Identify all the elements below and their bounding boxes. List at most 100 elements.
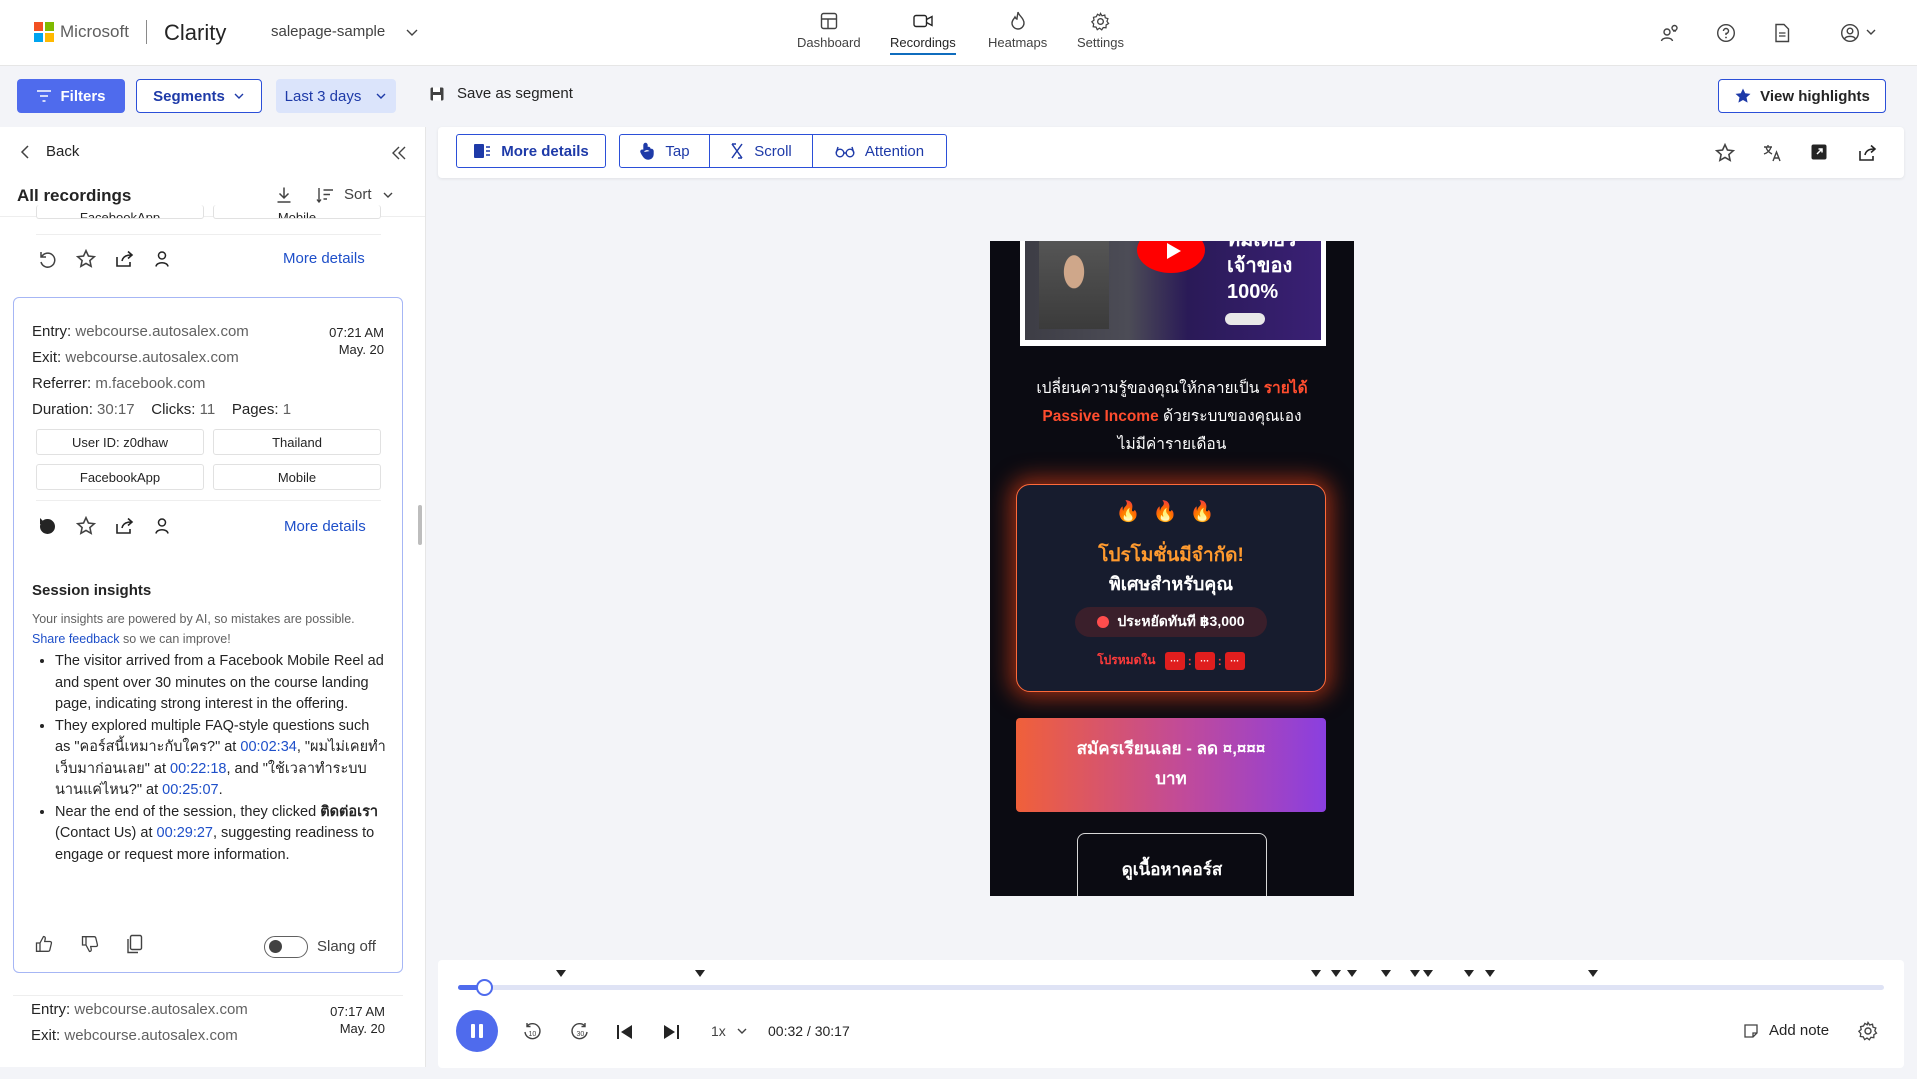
star-icon[interactable]	[76, 249, 96, 269]
pill-user-id: User ID: z0dhaw	[36, 429, 204, 455]
promo-title: โปรโมชั่นมีจำกัด!	[1098, 545, 1244, 566]
timestamp-link[interactable]: 00:22:18	[170, 761, 226, 777]
top-bar: Microsoft Clarity salepage-sample Dashbo…	[0, 0, 1917, 66]
thumbs-down-icon[interactable]	[80, 934, 100, 954]
timeline-event-marker[interactable]	[555, 970, 566, 977]
more-details-button[interactable]: More details	[456, 134, 606, 168]
timeline-event-marker[interactable]	[695, 970, 706, 977]
details-icon	[474, 144, 491, 158]
recording-viewport[interactable]: ทีมเดียว เจ้าของ 100% เปลี่ยนความรู้ของค…	[990, 241, 1354, 896]
stats-row: Duration: 30:17 Clicks: 11 Pages: 1	[32, 401, 292, 418]
back-button[interactable]: Back	[20, 143, 79, 160]
star-icon[interactable]	[76, 516, 96, 536]
timestamp-link[interactable]: 00:29:27	[157, 825, 213, 841]
forward-30-icon[interactable]: 30	[570, 1022, 590, 1042]
view-highlights-button[interactable]: View highlights	[1718, 79, 1886, 113]
video-thumbnail[interactable]: ทีมเดียว เจ้าของ 100%	[1020, 241, 1326, 346]
recording-card-selected[interactable]: Entry: webcourse.autosalex.com Exit: web…	[13, 297, 403, 973]
segments-button[interactable]: Segments	[136, 79, 262, 113]
play-icon[interactable]	[1137, 241, 1205, 273]
recordings-icon	[913, 10, 933, 32]
download-icon[interactable]	[275, 186, 293, 204]
save-as-segment-button[interactable]: Save as segment	[429, 85, 573, 102]
account-icon[interactable]	[1840, 23, 1878, 43]
speed-selector[interactable]: 1x	[711, 1023, 748, 1039]
promo-subtitle: พิเศษสำหรับคุณ	[1108, 574, 1234, 594]
attention-button[interactable]: Attention	[812, 134, 947, 168]
nav-settings[interactable]: Settings	[1077, 10, 1124, 50]
dashboard-icon	[820, 10, 838, 32]
timeline-event-marker[interactable]	[1464, 970, 1475, 977]
panel-resize-handle[interactable]	[418, 505, 422, 545]
timeline-scrubber[interactable]	[475, 979, 493, 996]
clock-icon	[1097, 616, 1110, 628]
more-details-link[interactable]: More details	[283, 250, 365, 267]
more-details-link[interactable]: More details	[284, 518, 366, 535]
chevron-down-icon[interactable]	[405, 25, 419, 39]
nav-label: Settings	[1077, 35, 1124, 50]
save-icon	[430, 87, 444, 100]
user-icon[interactable]	[154, 517, 170, 535]
feedback-row	[34, 934, 144, 954]
add-note-button[interactable]: Add note	[1743, 1022, 1829, 1039]
nav-heatmaps[interactable]: Heatmaps	[988, 10, 1047, 50]
document-icon[interactable]	[1773, 23, 1791, 43]
segments-label: Segments	[153, 87, 225, 105]
translate-icon[interactable]	[1762, 143, 1782, 163]
chevron-left-icon	[20, 144, 29, 159]
view-course-button[interactable]: ดูเนื้อหาคอร์ส	[1077, 833, 1267, 896]
slang-toggle[interactable]	[264, 936, 308, 958]
timeline-event-marker[interactable]	[1588, 970, 1599, 977]
settings-icon[interactable]	[1858, 1021, 1878, 1041]
timeline-event-marker[interactable]	[1381, 970, 1392, 977]
timeline-track[interactable]	[458, 979, 1884, 996]
open-external-icon[interactable]	[1810, 143, 1828, 161]
share-icon[interactable]	[115, 516, 135, 536]
filters-button[interactable]: Filters	[17, 79, 125, 113]
scroll-icon	[731, 143, 743, 159]
share-feedback-link[interactable]: Share feedback	[32, 632, 120, 646]
collapse-panel-icon[interactable]	[391, 145, 407, 161]
thumbs-up-icon[interactable]	[34, 934, 54, 954]
brand-divider	[146, 20, 147, 44]
copy-icon[interactable]	[126, 934, 144, 954]
skip-previous-icon[interactable]	[616, 1023, 634, 1041]
timeline-event-marker[interactable]	[1347, 970, 1358, 977]
chevron-down-icon	[737, 1028, 747, 1034]
timeline-event-marker[interactable]	[1409, 970, 1420, 977]
share-icon[interactable]	[1858, 143, 1878, 163]
settings-icon	[1090, 10, 1110, 32]
help-icon[interactable]	[1716, 23, 1736, 43]
rewind-10-icon[interactable]: 10	[522, 1022, 542, 1042]
timeline-event-marker[interactable]	[1485, 970, 1496, 977]
timestamp-link[interactable]: 00:25:07	[162, 782, 218, 798]
save-segment-label: Save as segment	[457, 85, 573, 102]
timeline-event-marker[interactable]	[1422, 970, 1433, 977]
refresh-filled-icon[interactable]	[37, 516, 57, 536]
recording-card[interactable]: Entry: webcourse.autosalex.com Exit: web…	[13, 995, 403, 1067]
timeline-event-marker[interactable]	[1331, 970, 1342, 977]
sort-label: Sort	[344, 186, 372, 203]
timestamp-link[interactable]: 00:02:34	[240, 739, 296, 755]
back-label: Back	[46, 143, 80, 160]
date-range-button[interactable]: Last 3 days	[276, 79, 396, 113]
share-icon[interactable]	[115, 249, 135, 269]
user-icon[interactable]	[154, 250, 170, 268]
refresh-icon[interactable]	[37, 249, 57, 269]
timeline-event-marker[interactable]	[1311, 970, 1322, 977]
tap-icon	[640, 142, 655, 160]
skip-next-icon[interactable]	[662, 1023, 680, 1041]
pill-country: Thailand	[213, 429, 381, 455]
pause-button[interactable]	[456, 1010, 498, 1052]
tap-button[interactable]: Tap	[619, 134, 710, 168]
scroll-button[interactable]: Scroll	[709, 134, 813, 168]
star-icon[interactable]	[1715, 143, 1735, 163]
filters-label: Filters	[60, 87, 106, 105]
project-selector[interactable]: salepage-sample	[271, 23, 385, 40]
user-settings-icon[interactable]	[1660, 23, 1680, 43]
nav-recordings[interactable]: Recordings	[890, 10, 956, 55]
product-name[interactable]: Clarity	[164, 20, 226, 46]
nav-dashboard[interactable]: Dashboard	[797, 10, 861, 50]
enroll-button[interactable]: สมัครเรียนเลย - ลด ¤,¤¤¤ บาท	[1016, 718, 1326, 812]
sort-button[interactable]: Sort	[316, 186, 394, 203]
